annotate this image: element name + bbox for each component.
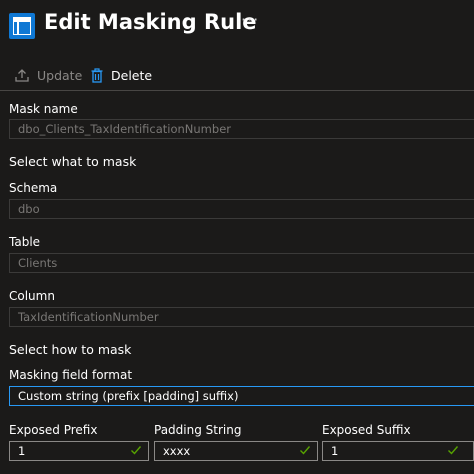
column-label: Column xyxy=(9,289,55,303)
exposed-prefix-input[interactable]: 1 xyxy=(9,441,149,461)
edit-masking-rule-panel: Edit Masking Rule ··· Update Delete Mask… xyxy=(0,0,474,474)
delete-button[interactable]: Delete xyxy=(91,64,152,86)
valid-check-icon xyxy=(131,446,142,455)
select-how-heading: Select how to mask xyxy=(9,342,132,357)
trash-icon xyxy=(91,67,103,83)
page-title: Edit Masking Rule xyxy=(44,10,257,34)
exposed-suffix-label: Exposed Suffix xyxy=(322,423,411,437)
schema-dropdown[interactable]: dbo xyxy=(9,199,474,219)
upload-icon xyxy=(15,69,29,82)
padding-string-label: Padding String xyxy=(154,423,242,437)
masking-format-dropdown[interactable]: Custom string (prefix [padding] suffix) xyxy=(9,386,474,406)
table-label: Table xyxy=(9,235,41,249)
update-label: Update xyxy=(37,67,83,83)
table-dropdown[interactable]: Clients xyxy=(9,253,474,273)
update-button[interactable]: Update xyxy=(15,64,82,86)
command-bar: Update Delete xyxy=(0,60,474,90)
exposed-prefix-value: 1 xyxy=(18,444,26,458)
padding-string-value: xxxx xyxy=(163,444,191,458)
schema-label: Schema xyxy=(9,181,58,195)
valid-check-icon xyxy=(300,446,311,455)
mask-name-label: Mask name xyxy=(9,102,78,116)
toolbar-divider xyxy=(0,90,474,91)
column-dropdown[interactable]: TaxIdentificationNumber xyxy=(9,307,474,327)
delete-label: Delete xyxy=(111,67,153,83)
exposed-prefix-label: Exposed Prefix xyxy=(9,423,98,437)
masking-format-label: Masking field format xyxy=(9,368,133,382)
title-bar: Edit Masking Rule ··· xyxy=(0,0,474,52)
masking-rule-icon xyxy=(9,13,35,39)
mask-name-input[interactable]: dbo_Clients_TaxIdentificationNumber xyxy=(9,119,474,139)
exposed-suffix-input[interactable]: 1 xyxy=(322,441,474,461)
exposed-suffix-value: 1 xyxy=(331,444,339,458)
select-what-heading: Select what to mask xyxy=(9,154,137,169)
more-options-icon[interactable]: ··· xyxy=(241,10,259,30)
padding-string-input[interactable]: xxxx xyxy=(154,441,318,461)
valid-check-icon xyxy=(448,446,459,455)
